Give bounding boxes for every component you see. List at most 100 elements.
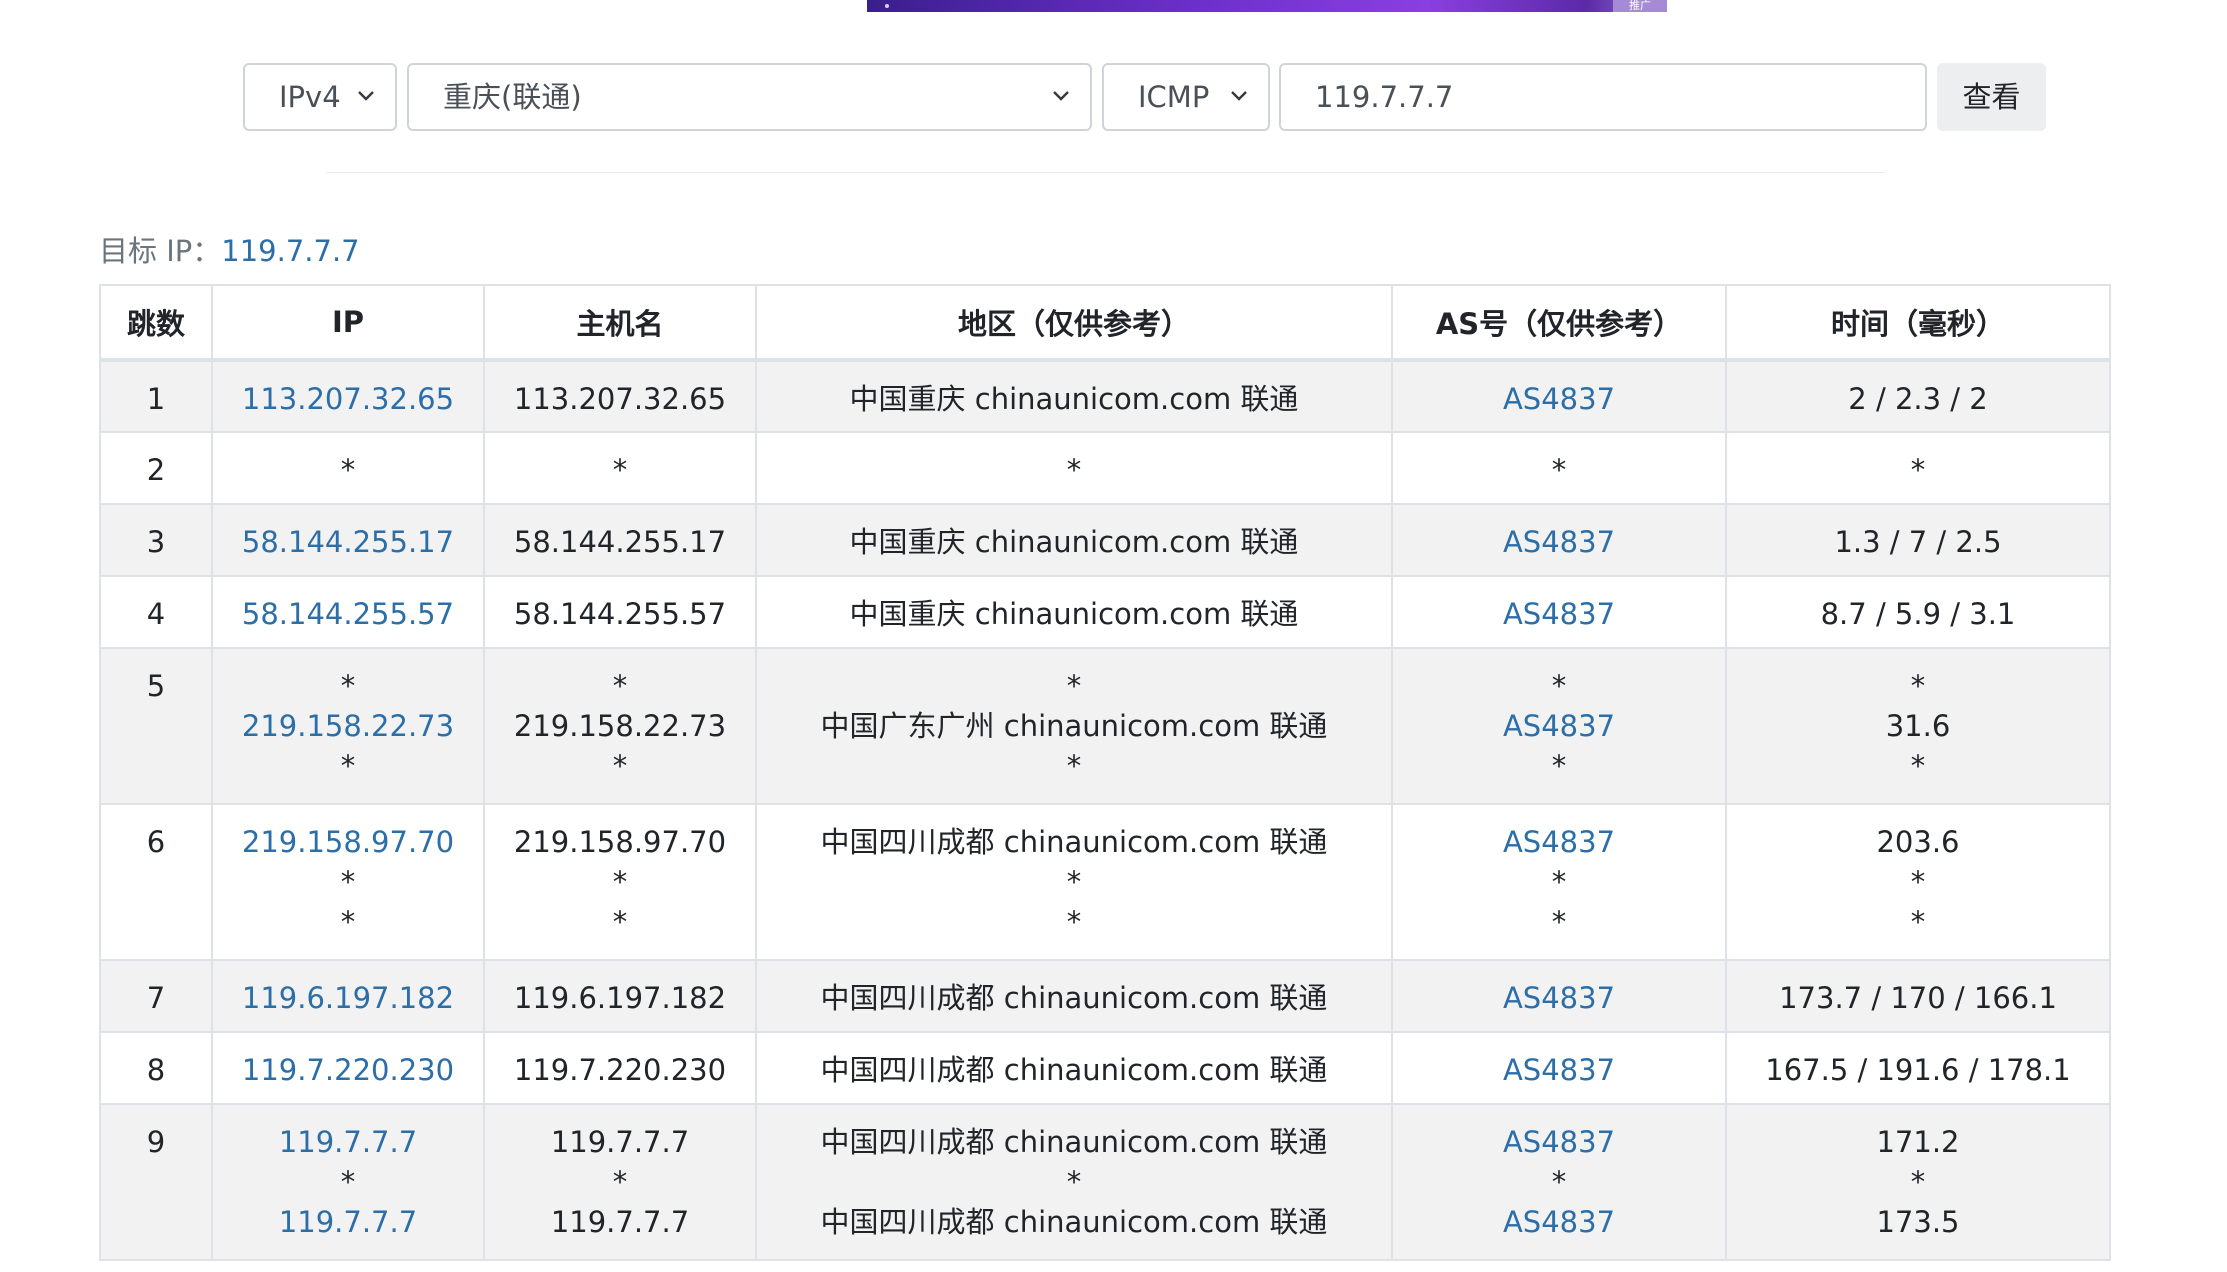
region-cell: * 中国广东广州 chinaunicom.com 联通 * [755, 647, 1393, 805]
as-cell: AS4837 [1391, 575, 1727, 649]
time-cell: 2 / 2.3 / 2 [1725, 359, 2111, 433]
region-cell: 中国四川成都 chinaunicom.com 联通 * * [755, 803, 1393, 961]
region-cell: 中国重庆 chinaunicom.com 联通 [755, 359, 1393, 433]
ip-cell: 219.158.97.70 * * [211, 803, 485, 961]
ip-link[interactable]: 219.158.22.73 [213, 706, 483, 746]
header-time: 时间（毫秒） [1725, 284, 2111, 362]
region-cell: * [755, 431, 1393, 505]
region-cell: 中国重庆 chinaunicom.com 联通 [755, 503, 1393, 577]
chevron-down-icon [353, 65, 381, 129]
ip-link[interactable]: 119.7.7.7 [213, 1202, 483, 1242]
header-as: AS号（仅供参考） [1391, 284, 1727, 362]
table-row: 8 119.7.220.230 119.7.220.230 中国四川成都 chi… [99, 1031, 2111, 1105]
protocol-value: ICMP [1138, 80, 1210, 114]
time-cell: * [1725, 431, 2111, 505]
as-cell: AS4837 [1391, 503, 1727, 577]
time-cell: 8.7 / 5.9 / 3.1 [1725, 575, 2111, 649]
time-cell: 1.3 / 7 / 2.5 [1725, 503, 2111, 577]
time-cell: 171.2 * 173.5 [1725, 1103, 2111, 1261]
as-cell: * [1391, 431, 1727, 505]
table-row: 1 113.207.32.65 113.207.32.65 中国重庆 china… [99, 359, 2111, 433]
as-link[interactable]: AS4837 [1393, 1050, 1725, 1090]
host-cell: * 219.158.22.73 * [483, 647, 757, 805]
ip-cell: 58.144.255.17 [211, 503, 485, 577]
region-cell: 中国重庆 chinaunicom.com 联通 [755, 575, 1393, 649]
ip-link[interactable]: 119.6.197.182 [213, 978, 483, 1018]
as-cell: * AS4837 * [1391, 647, 1727, 805]
banner-sparkle-icon [885, 4, 889, 8]
as-cell: AS4837 * AS4837 [1391, 1103, 1727, 1261]
ip-cell: 119.6.197.182 [211, 959, 485, 1033]
protocol-select[interactable]: ICMP [1102, 63, 1270, 131]
header-region: 地区（仅供参考） [755, 284, 1393, 362]
ip-cell: 58.144.255.57 [211, 575, 485, 649]
region-cell: 中国四川成都 chinaunicom.com 联通 * 中国四川成都 china… [755, 1103, 1393, 1261]
banner-ad-tag: 推广 [1613, 0, 1667, 12]
view-button[interactable]: 查看 [1937, 63, 2046, 131]
hop-cell: 1 [99, 359, 213, 433]
table-row: 4 58.144.255.57 58.144.255.57 中国重庆 china… [99, 575, 2111, 649]
table-row: 6 219.158.97.70 * * 219.158.97.70 * * 中国… [99, 803, 2111, 961]
chevron-down-icon [1226, 65, 1254, 129]
traceroute-table: 跳数 IP 主机名 地区（仅供参考） AS号（仅供参考） 时间（毫秒） 1 11… [99, 284, 2111, 1261]
as-link[interactable]: AS4837 [1393, 1122, 1725, 1162]
hop-cell: 9 [99, 1103, 213, 1261]
as-cell: AS4837 [1391, 359, 1727, 433]
node-value: 重庆(联通) [443, 80, 582, 114]
ip-link[interactable]: 58.144.255.57 [213, 594, 483, 634]
host-cell: 58.144.255.17 [483, 503, 757, 577]
target-ip-label: 目标 IP： [99, 234, 222, 268]
region-cell: 中国四川成都 chinaunicom.com 联通 [755, 1031, 1393, 1105]
host-cell: 119.6.197.182 [483, 959, 757, 1033]
host-cell: 113.207.32.65 [483, 359, 757, 433]
divider [326, 172, 1886, 173]
as-link[interactable]: AS4837 [1393, 706, 1725, 746]
host-cell: 119.7.220.230 [483, 1031, 757, 1105]
promo-banner[interactable]: 推广 [867, 0, 1667, 12]
table-header-row: 跳数 IP 主机名 地区（仅供参考） AS号（仅供参考） 时间（毫秒） [99, 284, 2111, 362]
ip-link[interactable]: 113.207.32.65 [213, 379, 483, 419]
hop-cell: 5 [99, 647, 213, 805]
hop-cell: 8 [99, 1031, 213, 1105]
as-link[interactable]: AS4837 [1393, 522, 1725, 562]
header-hostname: 主机名 [483, 284, 757, 362]
host-cell: 58.144.255.57 [483, 575, 757, 649]
table-row: 2 * * * * * [99, 431, 2111, 505]
host-cell: 119.7.7.7 * 119.7.7.7 [483, 1103, 757, 1261]
region-cell: 中国四川成都 chinaunicom.com 联通 [755, 959, 1393, 1033]
ip-cell: * 219.158.22.73 * [211, 647, 485, 805]
time-cell: 173.7 / 170 / 166.1 [1725, 959, 2111, 1033]
host-cell: * [483, 431, 757, 505]
target-host-value: 119.7.7.7 [1315, 80, 1454, 114]
hop-cell: 4 [99, 575, 213, 649]
ip-version-select[interactable]: IPv4 [243, 63, 397, 131]
header-ip: IP [211, 284, 485, 362]
time-cell: 167.5 / 191.6 / 178.1 [1725, 1031, 2111, 1105]
ip-link[interactable]: 219.158.97.70 [213, 822, 483, 862]
as-cell: AS4837 [1391, 1031, 1727, 1105]
ip-link[interactable]: 119.7.220.230 [213, 1050, 483, 1090]
hop-cell: 6 [99, 803, 213, 961]
header-hop: 跳数 [99, 284, 213, 362]
as-link[interactable]: AS4837 [1393, 594, 1725, 634]
table-row: 9 119.7.7.7 * 119.7.7.7 119.7.7.7 * 119.… [99, 1103, 2111, 1261]
table-row: 5 * 219.158.22.73 * * 219.158.22.73 * * … [99, 647, 2111, 805]
ip-link[interactable]: 119.7.7.7 [213, 1122, 483, 1162]
as-cell: AS4837 * * [1391, 803, 1727, 961]
host-cell: 219.158.97.70 * * [483, 803, 757, 961]
node-select[interactable]: 重庆(联通) [407, 63, 1092, 131]
as-cell: AS4837 [1391, 959, 1727, 1033]
hop-cell: 2 [99, 431, 213, 505]
as-link[interactable]: AS4837 [1393, 822, 1725, 862]
target-ip-link[interactable]: 119.7.7.7 [221, 234, 359, 268]
as-link[interactable]: AS4837 [1393, 978, 1725, 1018]
time-cell: * 31.6 * [1725, 647, 2111, 805]
as-link[interactable]: AS4837 [1393, 1202, 1725, 1242]
chevron-down-icon [1048, 65, 1076, 129]
target-ip-line: 目标 IP：119.7.7.7 [99, 232, 360, 270]
as-link[interactable]: AS4837 [1393, 379, 1725, 419]
ip-link[interactable]: 58.144.255.17 [213, 522, 483, 562]
ip-cell: 113.207.32.65 [211, 359, 485, 433]
time-cell: 203.6 * * [1725, 803, 2111, 961]
target-host-input[interactable]: 119.7.7.7 [1279, 63, 1927, 131]
